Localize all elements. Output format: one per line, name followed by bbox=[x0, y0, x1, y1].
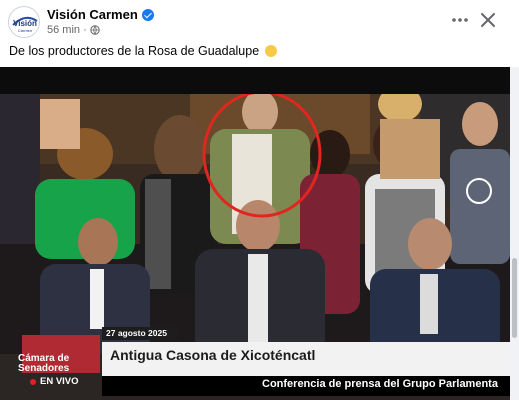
live-dot-icon bbox=[30, 378, 36, 385]
facebook-post: Visión Carmen Visión Carmen 56 min · De … bbox=[0, 0, 519, 400]
page-avatar[interactable]: Visión Carmen bbox=[8, 6, 40, 38]
post-time[interactable]: 56 min · bbox=[47, 24, 87, 36]
smiling-emoji-icon bbox=[264, 45, 277, 57]
channel-brand-text: Cámara de Senadores bbox=[18, 354, 88, 374]
globe-icon bbox=[90, 25, 100, 35]
caption-text: De los productores de la Rosa de Guadalu… bbox=[9, 44, 260, 58]
post-header: Visión Carmen Visión Carmen 56 min · bbox=[0, 0, 519, 40]
subtitle-text: Conferencia de prensa del Grupo Parlamen… bbox=[262, 378, 498, 390]
close-button[interactable] bbox=[477, 9, 499, 31]
scrollbar-track[interactable] bbox=[510, 67, 519, 400]
date-tag: 27 agosto 2025 bbox=[102, 327, 178, 340]
channel-line2: Senadores bbox=[18, 363, 70, 374]
close-icon bbox=[481, 13, 495, 27]
lower-third-title: Antigua Casona de Xicoténcatl bbox=[110, 347, 316, 363]
channel-logo-icon bbox=[466, 178, 492, 204]
verified-badge-icon bbox=[141, 8, 154, 21]
post-caption: De los productores de la Rosa de Guadalu… bbox=[9, 44, 277, 58]
more-icon bbox=[452, 18, 468, 22]
avatar-text-line1: Visión bbox=[13, 19, 37, 28]
scrollbar-thumb[interactable] bbox=[512, 258, 517, 338]
live-indicator: EN VIVO bbox=[30, 376, 79, 387]
live-label: EN VIVO bbox=[40, 376, 79, 387]
post-meta: 56 min · bbox=[47, 24, 100, 36]
author-row: Visión Carmen bbox=[47, 7, 154, 22]
more-options-button[interactable] bbox=[449, 9, 471, 31]
author-name[interactable]: Visión Carmen bbox=[47, 7, 138, 22]
avatar-text-line2: Carmen bbox=[18, 28, 32, 33]
avatar-logo-icon: Visión Carmen bbox=[10, 8, 39, 37]
